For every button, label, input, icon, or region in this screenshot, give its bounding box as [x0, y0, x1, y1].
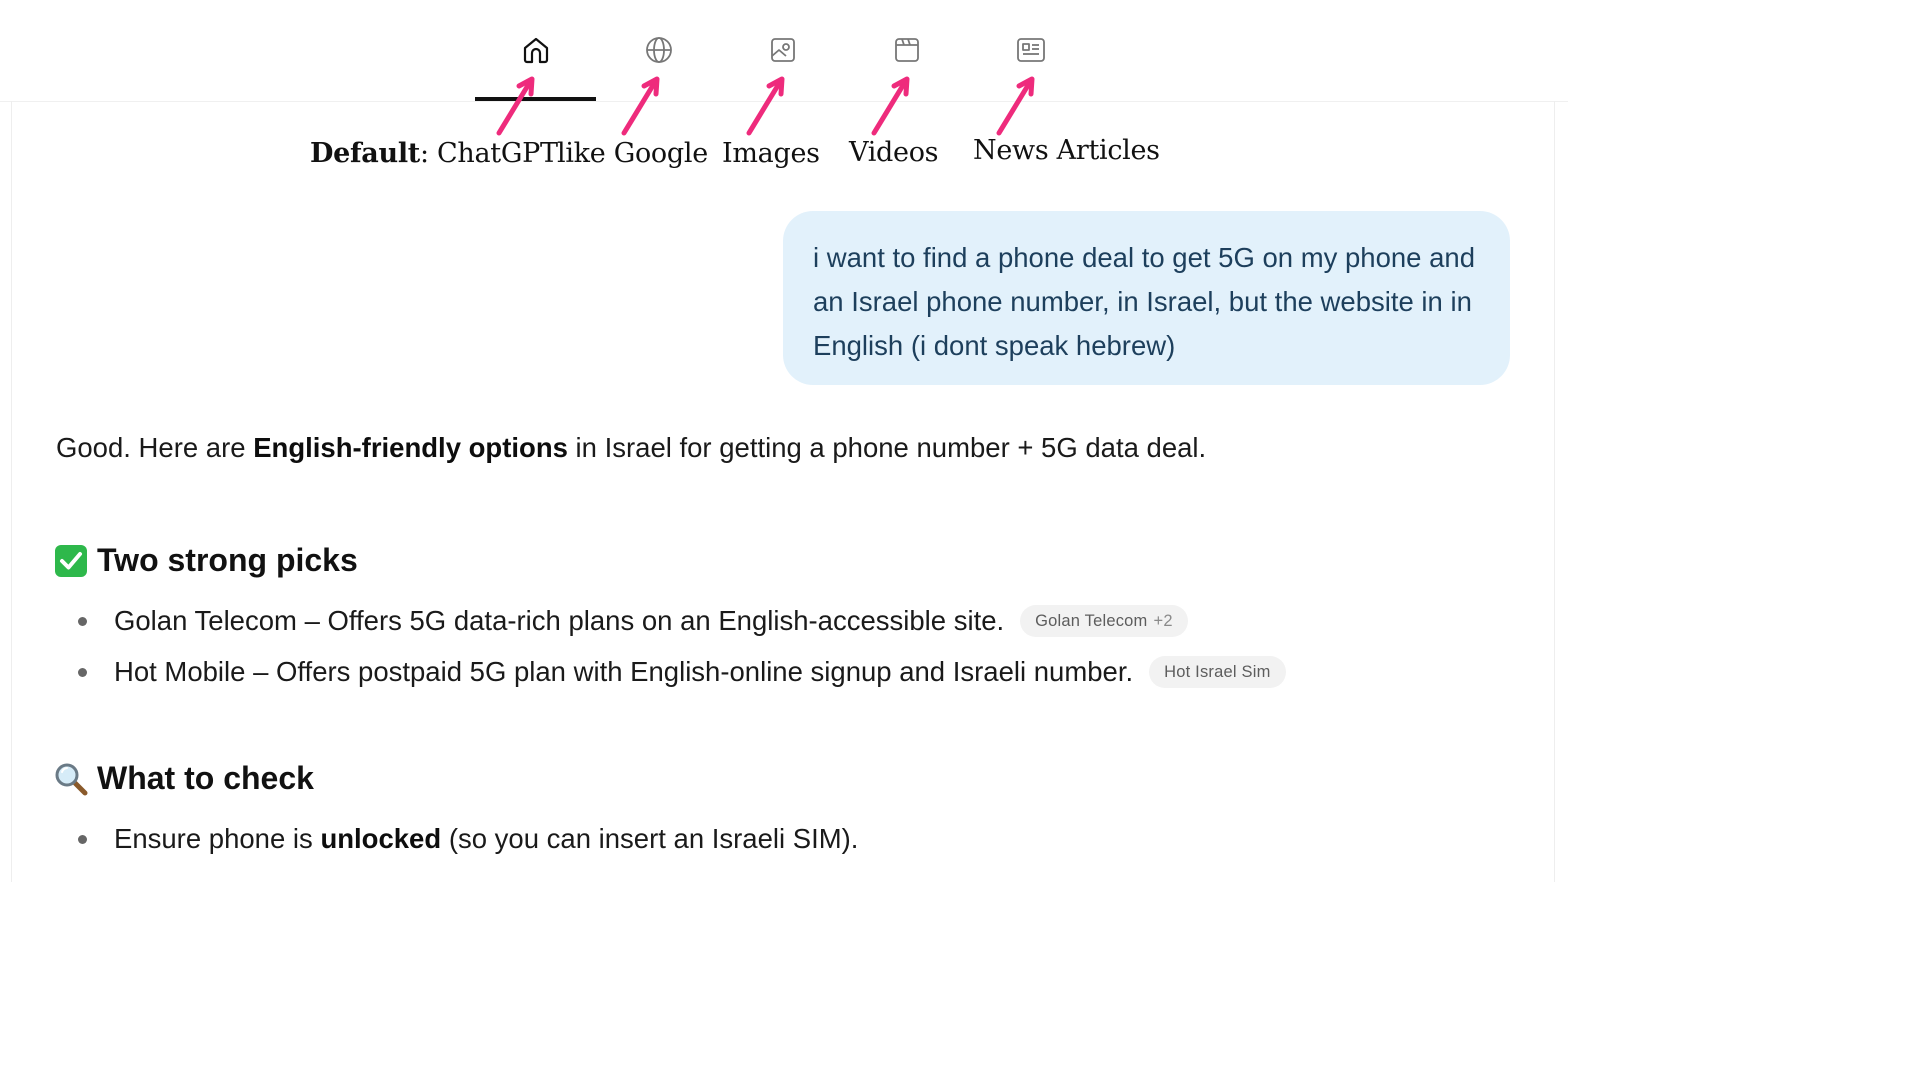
source-chip-golan-telecom[interactable]: Golan Telecom +2	[1020, 605, 1188, 637]
annotation-news: News Articles	[973, 135, 1160, 166]
content-left-border	[11, 101, 12, 882]
globe-icon	[646, 37, 672, 63]
annotation-arrow-videos	[871, 76, 910, 136]
annotation-arrow-news	[996, 76, 1035, 136]
home-icon	[523, 37, 549, 64]
annotation-images: Images	[722, 138, 820, 169]
tab-web[interactable]	[639, 30, 679, 70]
bullet	[78, 668, 87, 677]
video-icon	[895, 38, 919, 62]
tab-home[interactable]	[516, 30, 556, 70]
user-message-bubble: i want to find a phone deal to get 5G on…	[783, 211, 1510, 385]
annotation-arrow-images	[746, 76, 785, 136]
annotation-arrow-default	[496, 76, 535, 136]
section-heading-check: What to check	[54, 760, 314, 797]
annotation-videos: Videos	[849, 137, 939, 168]
tab-news[interactable]	[1011, 30, 1051, 70]
annotation-default: Default: ChatGPT	[310, 138, 558, 169]
annotation-arrow-google	[621, 76, 660, 136]
image-icon	[771, 38, 795, 62]
source-chip-hot-israel-sim[interactable]: Hot Israel Sim	[1149, 656, 1286, 688]
list-item-text: Hot Mobile – Offers postpaid 5G plan wit…	[114, 656, 1134, 687]
list-item: Ensure phone is unlocked (so you can ins…	[0, 819, 1568, 859]
bullet	[78, 617, 87, 626]
check-mark-icon	[54, 544, 88, 578]
annotation-google: like Google	[557, 138, 708, 169]
answer-intro: Good. Here are English-friendly options …	[56, 432, 1207, 463]
tab-images[interactable]	[763, 30, 803, 70]
list-item: Golan Telecom – Offers 5G data-rich plan…	[0, 601, 1568, 641]
list-item: Hot Mobile – Offers postpaid 5G plan wit…	[0, 652, 1568, 692]
tab-videos[interactable]	[887, 30, 927, 70]
section-heading-picks: Two strong picks	[54, 542, 358, 579]
content-right-border	[1554, 101, 1555, 882]
news-icon	[1017, 38, 1045, 62]
magnifier-icon	[54, 762, 88, 796]
bullet	[78, 835, 87, 844]
list-item-text: Golan Telecom – Offers 5G data-rich plan…	[114, 605, 1005, 636]
list-item-text: Ensure phone is unlocked (so you can ins…	[114, 823, 859, 854]
